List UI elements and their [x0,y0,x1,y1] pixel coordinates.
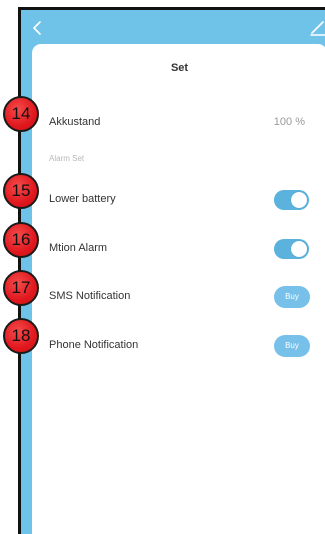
toggle-knob [291,192,307,208]
phone-buy-button[interactable]: Buy [274,335,310,357]
chevron-left-icon [33,21,41,35]
lower-battery-label: Lower battery [49,193,116,205]
app-frame: Set Akkustand 100 % Alarm Set Lower batt… [18,7,325,534]
callout-badge-18: 18 [3,318,39,354]
callout-badge-16: 16 [3,222,39,258]
battery-level-label: Akkustand [49,116,101,128]
page-title: Set [170,62,189,74]
sms-notification-row: SMS Notification Buy [32,282,325,312]
alarm-section-label: Alarm Set [49,154,85,163]
sms-notification-label: SMS Notification [49,290,131,302]
battery-level-value: 100 % [273,116,305,128]
callout-badge-15: 15 [3,173,39,209]
phone-notification-row: Phone Notification Buy [32,331,325,361]
motion-alarm-row: Mtion Alarm [32,234,325,264]
phone-notification-label: Phone Notification [49,339,139,351]
top-bar [21,10,325,46]
sms-buy-button[interactable]: Buy [274,286,310,308]
motion-alarm-toggle[interactable] [274,239,309,259]
pencil-icon [310,21,325,36]
lower-battery-toggle[interactable] [274,190,309,210]
lower-battery-row: Lower battery [32,185,325,215]
motion-alarm-label: Mtion Alarm [49,242,108,254]
toggle-knob [291,241,307,257]
callout-badge-14: 14 [3,96,39,132]
battery-level-row: Akkustand 100 % [32,108,325,138]
edit-button[interactable] [309,16,325,38]
settings-card: Set Akkustand 100 % Alarm Set Lower batt… [32,44,325,534]
callout-badge-17: 17 [3,270,39,306]
back-button[interactable] [29,17,47,39]
